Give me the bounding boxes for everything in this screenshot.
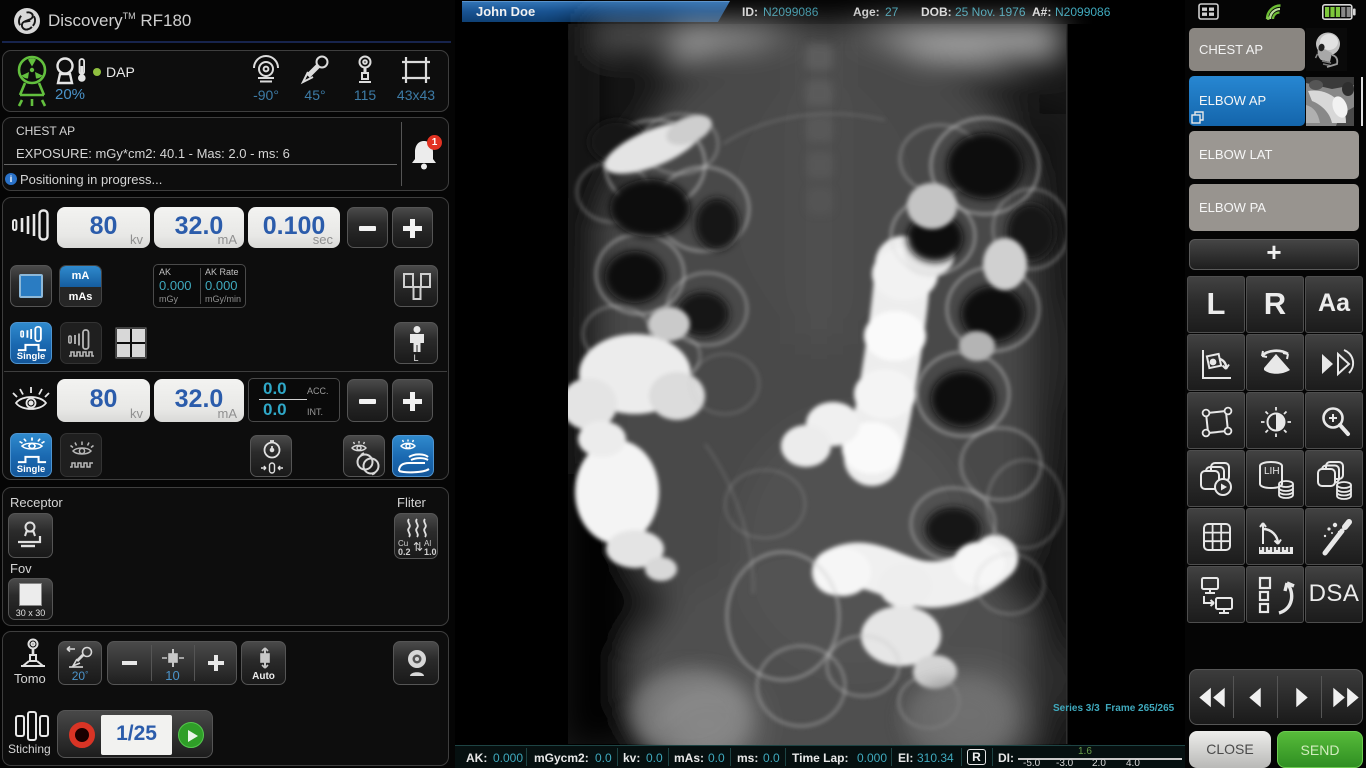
- svg-text:LIH: LIH: [1264, 466, 1280, 477]
